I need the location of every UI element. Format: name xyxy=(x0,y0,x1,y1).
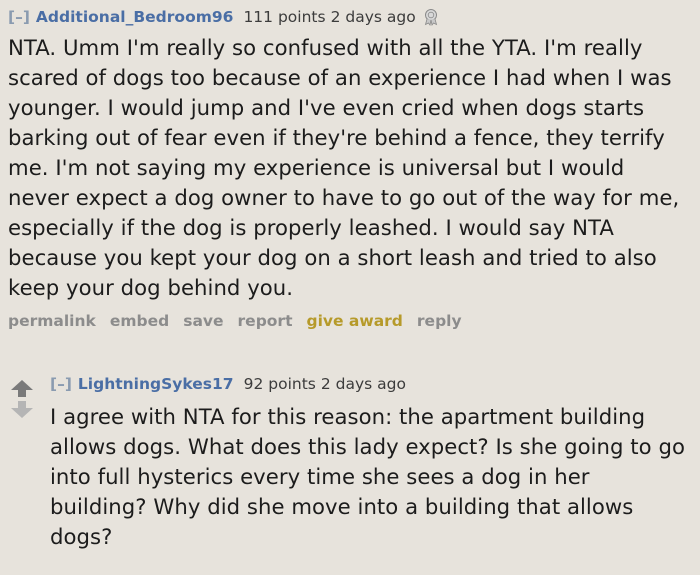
comment-author[interactable]: LightningSykes17 xyxy=(78,372,234,396)
comment-author[interactable]: Additional_Bedroom96 xyxy=(36,5,234,29)
vote-arrows xyxy=(10,380,36,418)
comment-tagline: [–] LightningSykes17 92 points 2 days ag… xyxy=(50,370,692,398)
comment-score: 92 points xyxy=(243,375,316,393)
comment-time: 2 days ago xyxy=(330,8,416,26)
comment-score: 111 points xyxy=(243,8,326,26)
comment-additional-bedroom96: [–] Additional_Bedroom96 111 points 2 da… xyxy=(8,4,692,330)
silver-award-icon-graphic xyxy=(424,9,437,26)
child-comment-content: [–] LightningSykes17 92 points 2 days ag… xyxy=(50,370,692,552)
silver-award-icon[interactable] xyxy=(422,8,440,26)
embed-button[interactable]: embed xyxy=(110,312,169,330)
permalink-button[interactable]: permalink xyxy=(8,312,96,330)
comment-body: NTA. Umm I'm really so confused with all… xyxy=(8,35,680,300)
upvote-arrow-icon[interactable] xyxy=(10,380,36,397)
collapse-toggle[interactable]: [–] xyxy=(8,5,30,29)
give-award-button[interactable]: give award xyxy=(307,312,403,330)
comment-time: 2 days ago xyxy=(320,375,406,393)
save-button[interactable]: save xyxy=(183,312,223,330)
reply-button[interactable]: reply xyxy=(417,312,462,330)
comment-buttons: permalink embed save report give award r… xyxy=(8,312,692,330)
collapse-toggle[interactable]: [–] xyxy=(50,372,72,396)
comment-tagline: [–] Additional_Bedroom96 111 points 2 da… xyxy=(8,4,692,30)
downvote-arrow-icon[interactable] xyxy=(10,401,36,418)
report-button[interactable]: report xyxy=(238,312,293,330)
comment-body: I agree with NTA for this reason: the ap… xyxy=(50,404,685,549)
